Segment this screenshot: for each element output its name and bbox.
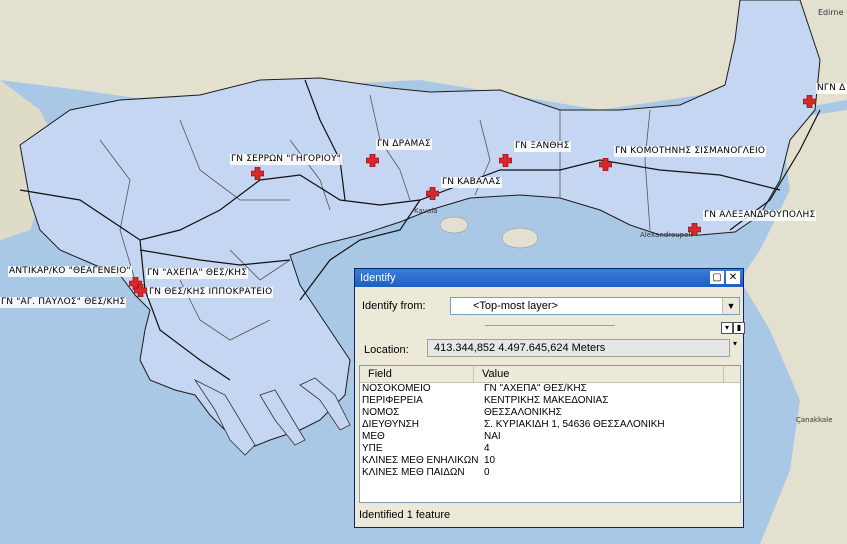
field-cell: ΚΛΙΝΕΣ ΜΕΘ ΕΝΗΛΙΚΩΝ [362, 455, 479, 466]
table-row[interactable]: ΜΕΘ ΝΑΙ [360, 431, 740, 443]
table-row[interactable]: ΠΕΡΙΦΕΡΕΙΑ ΚΕΝΤΡΙΚΗΣ ΜΑΚΕΔΟΝΙΑΣ [360, 395, 740, 407]
table-row[interactable]: ΝΟΣΟΚΟΜΕΙΟ ΓΝ "ΑΧΕΠΑ" ΘΕΣ/ΚΗΣ [360, 383, 740, 395]
hospital-label-theageneio: ΑΝΤΙΚΑΡ/ΚΟ "ΘΕΑΓΕΝΕΙΟ" [8, 266, 132, 277]
value-cell: Σ. ΚΥΡΙΑΚΙΔΗ 1, 54636 ΘΕΣΣΑΛΟΝΙΚΗ [484, 419, 665, 430]
table-row[interactable]: ΥΠΕ 4 [360, 443, 740, 455]
location-menu-icon[interactable]: ▾ [733, 339, 737, 348]
options-icon[interactable]: ▮ [733, 322, 745, 334]
location-field[interactable]: 413.344,852 4.497.645,624 Meters [427, 339, 730, 357]
identify-title: Identify [360, 272, 396, 284]
hospital-marker-icon[interactable] [366, 154, 379, 167]
maximize-icon[interactable]: ▢ [710, 271, 724, 284]
hospital-label-ag-pavlos: ΓΝ "ΑΓ. ΠΑΥΛΟΣ" ΘΕΣ/ΚΗΣ [0, 297, 127, 308]
status-text: Identified 1 feature [359, 509, 451, 521]
hospital-label-xanthi: ΓΝ ΞΑΝΘΗΣ [514, 141, 571, 152]
table-row[interactable]: ΔΙΕΥΘΥΝΣΗ Σ. ΚΥΡΙΑΚΙΔΗ 1, 54636 ΘΕΣΣΑΛΟΝΙ… [360, 419, 740, 431]
field-cell: ΝΟΣΟΚΟΜΕΙΟ [362, 383, 431, 394]
field-cell: ΚΛΙΝΕΣ ΜΕΘ ΠΑΙΔΩΝ [362, 467, 465, 478]
hospital-marker-icon[interactable] [426, 187, 439, 200]
hospital-marker-icon[interactable] [134, 284, 147, 297]
hospital-marker-icon[interactable] [803, 95, 816, 108]
hospital-marker-icon[interactable] [688, 223, 701, 236]
value-cell: ΘΕΣΣΑΛΟΝΙΚΗΣ [484, 407, 562, 418]
table-header: Field Value [360, 366, 740, 383]
hospital-marker-icon[interactable] [251, 167, 264, 180]
town-kavala: Kavala [414, 207, 438, 215]
close-icon[interactable]: ✕ [726, 271, 740, 284]
town-canakkale: Çanakkale [796, 416, 833, 424]
location-label: Location: [364, 344, 409, 356]
table-row[interactable]: ΚΛΙΝΕΣ ΜΕΘ ΕΝΗΛΙΚΩΝ 10 [360, 455, 740, 467]
hospital-marker-icon[interactable] [599, 158, 612, 171]
hospital-label-alex-d: ΝΓΝ Δ [816, 83, 847, 94]
chevron-down-icon[interactable]: ▼ [722, 298, 739, 314]
hospital-label-alexandroupoli: ΓΝ ΑΛΕΞΑΝΔΡΟΥΠΟΛΗΣ [703, 210, 817, 221]
hospital-label-axepa: ΓΝ "ΑΧΕΠΑ" ΘΕΣ/ΚΗΣ [146, 268, 249, 279]
identify-from-label: Identify from: [362, 300, 426, 312]
attributes-table: Field Value ΝΟΣΟΚΟΜΕΙΟ ΓΝ "ΑΧΕΠΑ" ΘΕΣ/ΚΗΣ… [359, 365, 741, 503]
identify-from-value: <Top-most layer> [473, 300, 558, 312]
column-header-value[interactable]: Value [474, 366, 724, 382]
hospital-label-serres: ΓΝ ΣΕΡΡΩΝ "ΓΗΓΟΡΙΟΥ" [230, 154, 343, 165]
town-edirne: Edirne [818, 8, 844, 17]
table-row[interactable]: ΚΛΙΝΕΣ ΜΕΘ ΠΑΙΔΩΝ 0 [360, 467, 740, 479]
hospital-label-drama: ΓΝ ΔΡΑΜΑΣ [376, 139, 432, 150]
value-cell: ΓΝ "ΑΧΕΠΑ" ΘΕΣ/ΚΗΣ [484, 383, 587, 394]
column-header-field[interactable]: Field [360, 366, 474, 382]
value-cell: 0 [484, 467, 490, 478]
value-cell: 4 [484, 443, 490, 454]
value-cell: 10 [484, 455, 496, 466]
field-cell: ΥΠΕ [362, 443, 383, 454]
divider [485, 325, 615, 327]
identify-from-dropdown[interactable]: <Top-most layer> ▼ [450, 297, 740, 315]
value-cell: ΚΕΝΤΡΙΚΗΣ ΜΑΚΕΔΟΝΙΑΣ [484, 395, 609, 406]
identify-window[interactable]: Identify ▢ ✕ Identify from: <Top-most la… [354, 268, 745, 528]
value-cell: ΝΑΙ [484, 431, 501, 442]
hospital-marker-icon[interactable] [499, 154, 512, 167]
hospital-label-kavala: ΓΝ ΚΑΒΑΛΑΣ [441, 177, 502, 188]
town-alexandroupoli: Alexandroupoli [640, 231, 693, 239]
field-cell: ΜΕΘ [362, 431, 385, 442]
field-cell: ΔΙΕΥΘΥΝΣΗ [362, 419, 419, 430]
identify-titlebar[interactable]: Identify ▢ ✕ [355, 269, 743, 287]
field-cell: ΠΕΡΙΦΕΡΕΙΑ [362, 395, 423, 406]
table-row[interactable]: ΝΟΜΟΣ ΘΕΣΣΑΛΟΝΙΚΗΣ [360, 407, 740, 419]
hospital-label-komotini: ΓΝ ΚΟΜΟΤΗΝΗΣ ΣΙΣΜΑΝΟΓΛΕΙΟ [614, 146, 767, 157]
expand-icon[interactable]: ▾ [721, 322, 733, 334]
hospital-label-ippokrateio: ΓΝ ΘΕΣ/ΚΗΣ ΙΠΠΟΚΡΑΤΕΙΟ [148, 287, 274, 298]
field-cell: ΝΟΜΟΣ [362, 407, 400, 418]
